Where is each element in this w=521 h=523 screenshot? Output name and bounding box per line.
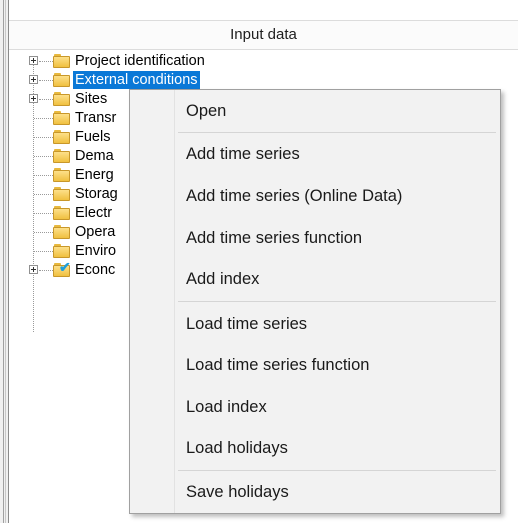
menu-item-save-holidays[interactable]: Save holidays [130, 473, 500, 513]
menu-item-load-time-series-function[interactable]: Load time series function [130, 346, 500, 386]
folder-icon [53, 187, 70, 201]
tree-connector-h [39, 270, 53, 271]
menu-item-load-index[interactable]: Load index [130, 388, 500, 428]
tree-item-label: External conditions [73, 71, 200, 89]
tree-connector-h [39, 80, 53, 81]
tree-item-external-conditions[interactable]: External conditions [9, 71, 489, 90]
tree-connector-h [39, 61, 53, 62]
panel-header: Input data [9, 20, 518, 50]
menu-item-label: Open [186, 102, 227, 120]
tree-connector-h [34, 118, 53, 119]
folder-icon [53, 225, 70, 239]
folder-icon [53, 168, 70, 182]
expand-icon[interactable] [29, 56, 38, 65]
folder-icon [53, 54, 70, 68]
tree-connector-h [34, 137, 53, 138]
expand-icon[interactable] [29, 265, 38, 274]
left-splitter[interactable] [0, 0, 8, 523]
tree-item-label: Opera [75, 224, 116, 240]
expand-icon[interactable] [29, 94, 38, 103]
menu-item-load-time-series[interactable]: Load time series [130, 305, 500, 345]
panel-title: Input data [230, 26, 297, 43]
menu-separator [178, 132, 496, 133]
tree-connector-h [34, 213, 53, 214]
menu-item-label: Load index [186, 398, 267, 416]
menu-item-label: Add time series [186, 145, 300, 163]
folder-icon [53, 149, 70, 163]
tree-connector-h [34, 232, 53, 233]
tree-item-label: Transr [75, 110, 117, 126]
menu-item-label: Add time series (Online Data) [186, 187, 403, 205]
folder-icon [53, 111, 70, 125]
menu-item-add-index[interactable]: Add index [130, 260, 500, 300]
menu-item-label: Add index [186, 270, 260, 288]
tree-item-label: Energ [75, 167, 114, 183]
tree-item-label: Project identification [75, 53, 205, 69]
menu-item-label: Load time series function [186, 356, 370, 374]
menu-item-label: Load holidays [186, 439, 288, 457]
folder-icon [53, 92, 70, 106]
tree-item-project-identification[interactable]: Project identification [9, 52, 489, 71]
tree-item-label: Dema [75, 148, 114, 164]
checked-folder-icon: ✔ [53, 260, 71, 277]
menu-item-label: Add time series function [186, 229, 363, 247]
tree-item-label: Sites [75, 91, 108, 107]
menu-item-add-time-series[interactable]: Add time series [130, 135, 500, 175]
menu-item-add-time-series-function[interactable]: Add time series function [130, 219, 500, 259]
menu-item-label: Load time series [186, 315, 308, 333]
expand-icon[interactable] [29, 75, 38, 84]
folder-icon [53, 206, 70, 220]
menu-item-add-time-series-online[interactable]: Add time series (Online Data) [130, 177, 500, 217]
menu-separator [178, 301, 496, 302]
tree-connector-h [34, 156, 53, 157]
menu-item-open[interactable]: Open [130, 92, 500, 132]
tree-item-label: Econc [75, 262, 116, 278]
menu-item-label: Save holidays [186, 483, 289, 501]
tree-item-label: Fuels [75, 129, 111, 145]
tree-connector-h [34, 251, 53, 252]
tree-connector-h [34, 175, 53, 176]
menu-separator [178, 470, 496, 471]
tree-item-label: Electr [75, 205, 113, 221]
folder-icon [53, 130, 70, 144]
context-menu: Open Add time series Add time series (On… [129, 89, 501, 514]
menu-item-load-holidays[interactable]: Load holidays [130, 429, 500, 469]
tree-item-label: Storag [75, 186, 118, 202]
tree-connector-h [34, 194, 53, 195]
tree-connector-h [39, 99, 53, 100]
tree-item-label: Enviro [75, 243, 117, 259]
folder-icon [53, 73, 70, 87]
folder-icon [53, 244, 70, 258]
